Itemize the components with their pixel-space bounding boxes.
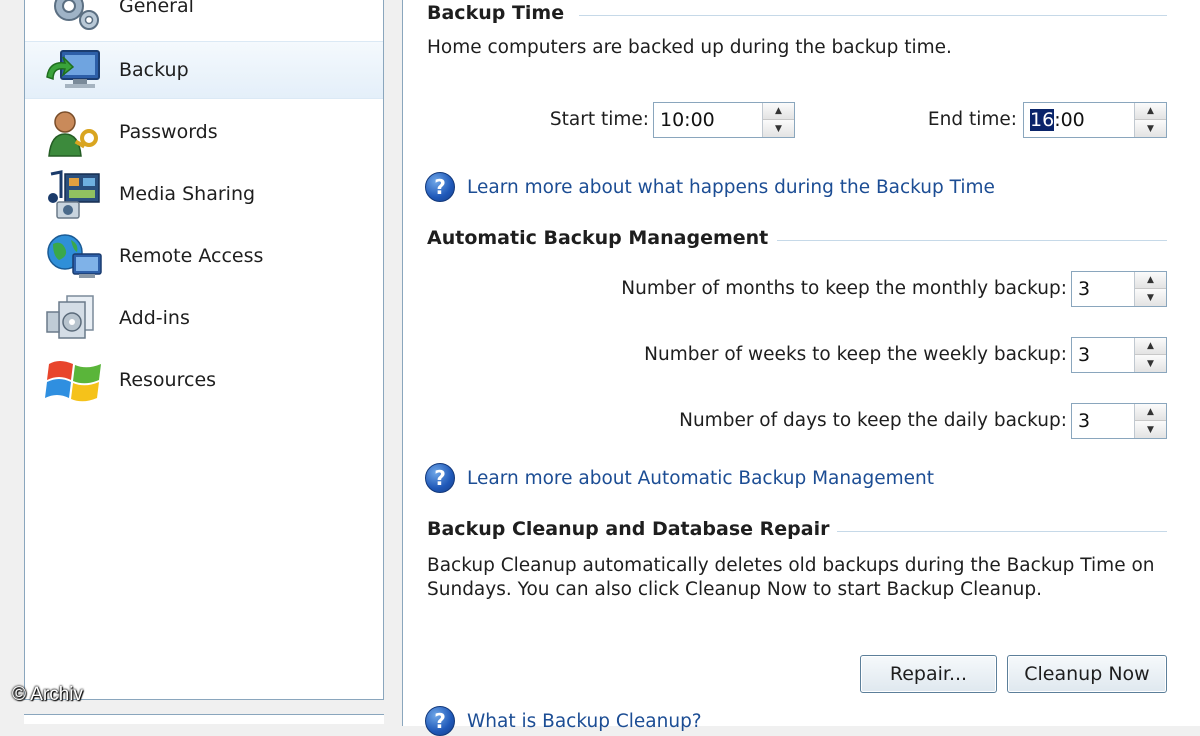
weeks-spinner[interactable]: 3 ▲ ▼ (1071, 337, 1167, 373)
user-key-icon (43, 108, 105, 158)
decrement-arrow-icon[interactable]: ▼ (1135, 355, 1166, 372)
backup-time-description: Home computers are backed up during the … (427, 37, 952, 58)
sidebar-item-remote-access[interactable]: Remote Access (25, 227, 383, 285)
days-stepper: ▲ ▼ (1134, 404, 1166, 438)
help-link-text[interactable]: Learn more about what happens during the… (467, 177, 995, 198)
backup-settings-panel: Backup Time Home computers are backed up… (402, 0, 1200, 736)
days-value[interactable]: 3 (1078, 410, 1090, 432)
sidebar-item-label: Resources (119, 369, 217, 391)
auto-backup-heading: Automatic Backup Management (427, 227, 769, 249)
start-time-stepper: ▲ ▼ (762, 103, 794, 137)
media-icon (43, 170, 105, 220)
end-time-label: End time: (927, 109, 1017, 130)
sidebar-item-label: Backup (119, 59, 189, 81)
settings-sidebar: General Backup Passwords Media Sharing R… (24, 0, 384, 700)
globe-monitor-icon (43, 232, 105, 282)
backup-monitor-icon (43, 47, 105, 97)
months-value[interactable]: 3 (1078, 278, 1090, 300)
end-time-value[interactable]: 16:00 (1030, 109, 1085, 131)
months-label: Number of months to keep the monthly bac… (621, 278, 1067, 299)
backup-time-heading: Backup Time (427, 2, 565, 24)
copyright-watermark: © Archiv (12, 684, 84, 705)
addins-icon (43, 294, 105, 344)
start-time-value[interactable]: 10:00 (660, 109, 715, 131)
sidebar-item-media-sharing[interactable]: Media Sharing (25, 165, 383, 223)
increment-arrow-icon[interactable]: ▲ (1135, 103, 1166, 120)
weeks-stepper: ▲ ▼ (1134, 338, 1166, 372)
cleanup-now-button[interactable]: Cleanup Now (1007, 655, 1167, 693)
sidebar-item-passwords[interactable]: Passwords (25, 103, 383, 161)
help-icon: ? (425, 706, 455, 736)
cleanup-help-link[interactable]: ? What is Backup Cleanup? (425, 706, 702, 736)
help-link-text[interactable]: Learn more about Automatic Backup Manage… (467, 468, 934, 489)
gears-icon (43, 0, 105, 32)
help-icon: ? (425, 172, 455, 202)
end-time-hour-selection: 16 (1030, 109, 1055, 131)
months-spinner[interactable]: 3 ▲ ▼ (1071, 271, 1167, 307)
cleanup-description-line2: Sundays. You can also click Cleanup Now … (427, 579, 1043, 600)
months-stepper: ▲ ▼ (1134, 272, 1166, 306)
days-label: Number of days to keep the daily backup: (679, 410, 1067, 431)
cleanup-heading: Backup Cleanup and Database Repair (427, 518, 830, 540)
sidebar-item-label: Passwords (119, 121, 218, 143)
increment-arrow-icon[interactable]: ▲ (1135, 338, 1166, 355)
windows-logo-icon (43, 356, 105, 406)
end-time-minutes: :00 (1054, 109, 1085, 131)
sidebar-item-general[interactable]: General (25, 0, 383, 35)
decrement-arrow-icon[interactable]: ▼ (1135, 421, 1166, 438)
sidebar-item-label: Remote Access (119, 245, 264, 267)
sidebar-item-label: Add-ins (119, 307, 190, 329)
auto-backup-help-link[interactable]: ? Learn more about Automatic Backup Mana… (425, 463, 934, 493)
section-divider (837, 531, 1167, 532)
repair-button[interactable]: Repair... (860, 655, 997, 693)
end-time-stepper: ▲ ▼ (1134, 103, 1166, 137)
cleanup-description-line1: Backup Cleanup automatically deletes old… (427, 555, 1155, 576)
start-time-label: Start time: (549, 109, 649, 130)
section-divider (777, 240, 1167, 241)
help-icon: ? (425, 463, 455, 493)
days-spinner[interactable]: 3 ▲ ▼ (1071, 403, 1167, 439)
sidebar-item-add-ins[interactable]: Add-ins (25, 289, 383, 347)
backup-time-help-link[interactable]: ? Learn more about what happens during t… (425, 172, 995, 202)
help-link-text[interactable]: What is Backup Cleanup? (467, 711, 702, 732)
decrement-arrow-icon[interactable]: ▼ (1135, 120, 1166, 137)
weeks-label: Number of weeks to keep the weekly backu… (644, 344, 1067, 365)
start-time-spinner[interactable]: 10:00 ▲ ▼ (653, 102, 795, 138)
end-time-spinner[interactable]: 16:00 ▲ ▼ (1023, 102, 1167, 138)
sidebar-item-label: Media Sharing (119, 183, 256, 205)
increment-arrow-icon[interactable]: ▲ (763, 103, 794, 120)
increment-arrow-icon[interactable]: ▲ (1135, 404, 1166, 421)
decrement-arrow-icon[interactable]: ▼ (1135, 289, 1166, 306)
decrement-arrow-icon[interactable]: ▼ (763, 120, 794, 137)
weeks-value[interactable]: 3 (1078, 344, 1090, 366)
sidebar-item-label: General (119, 0, 194, 17)
sidebar-item-resources[interactable]: Resources (25, 351, 383, 409)
section-divider (579, 15, 1167, 16)
sidebar-footer (24, 714, 384, 724)
sidebar-item-backup[interactable]: Backup (25, 41, 383, 99)
increment-arrow-icon[interactable]: ▲ (1135, 272, 1166, 289)
